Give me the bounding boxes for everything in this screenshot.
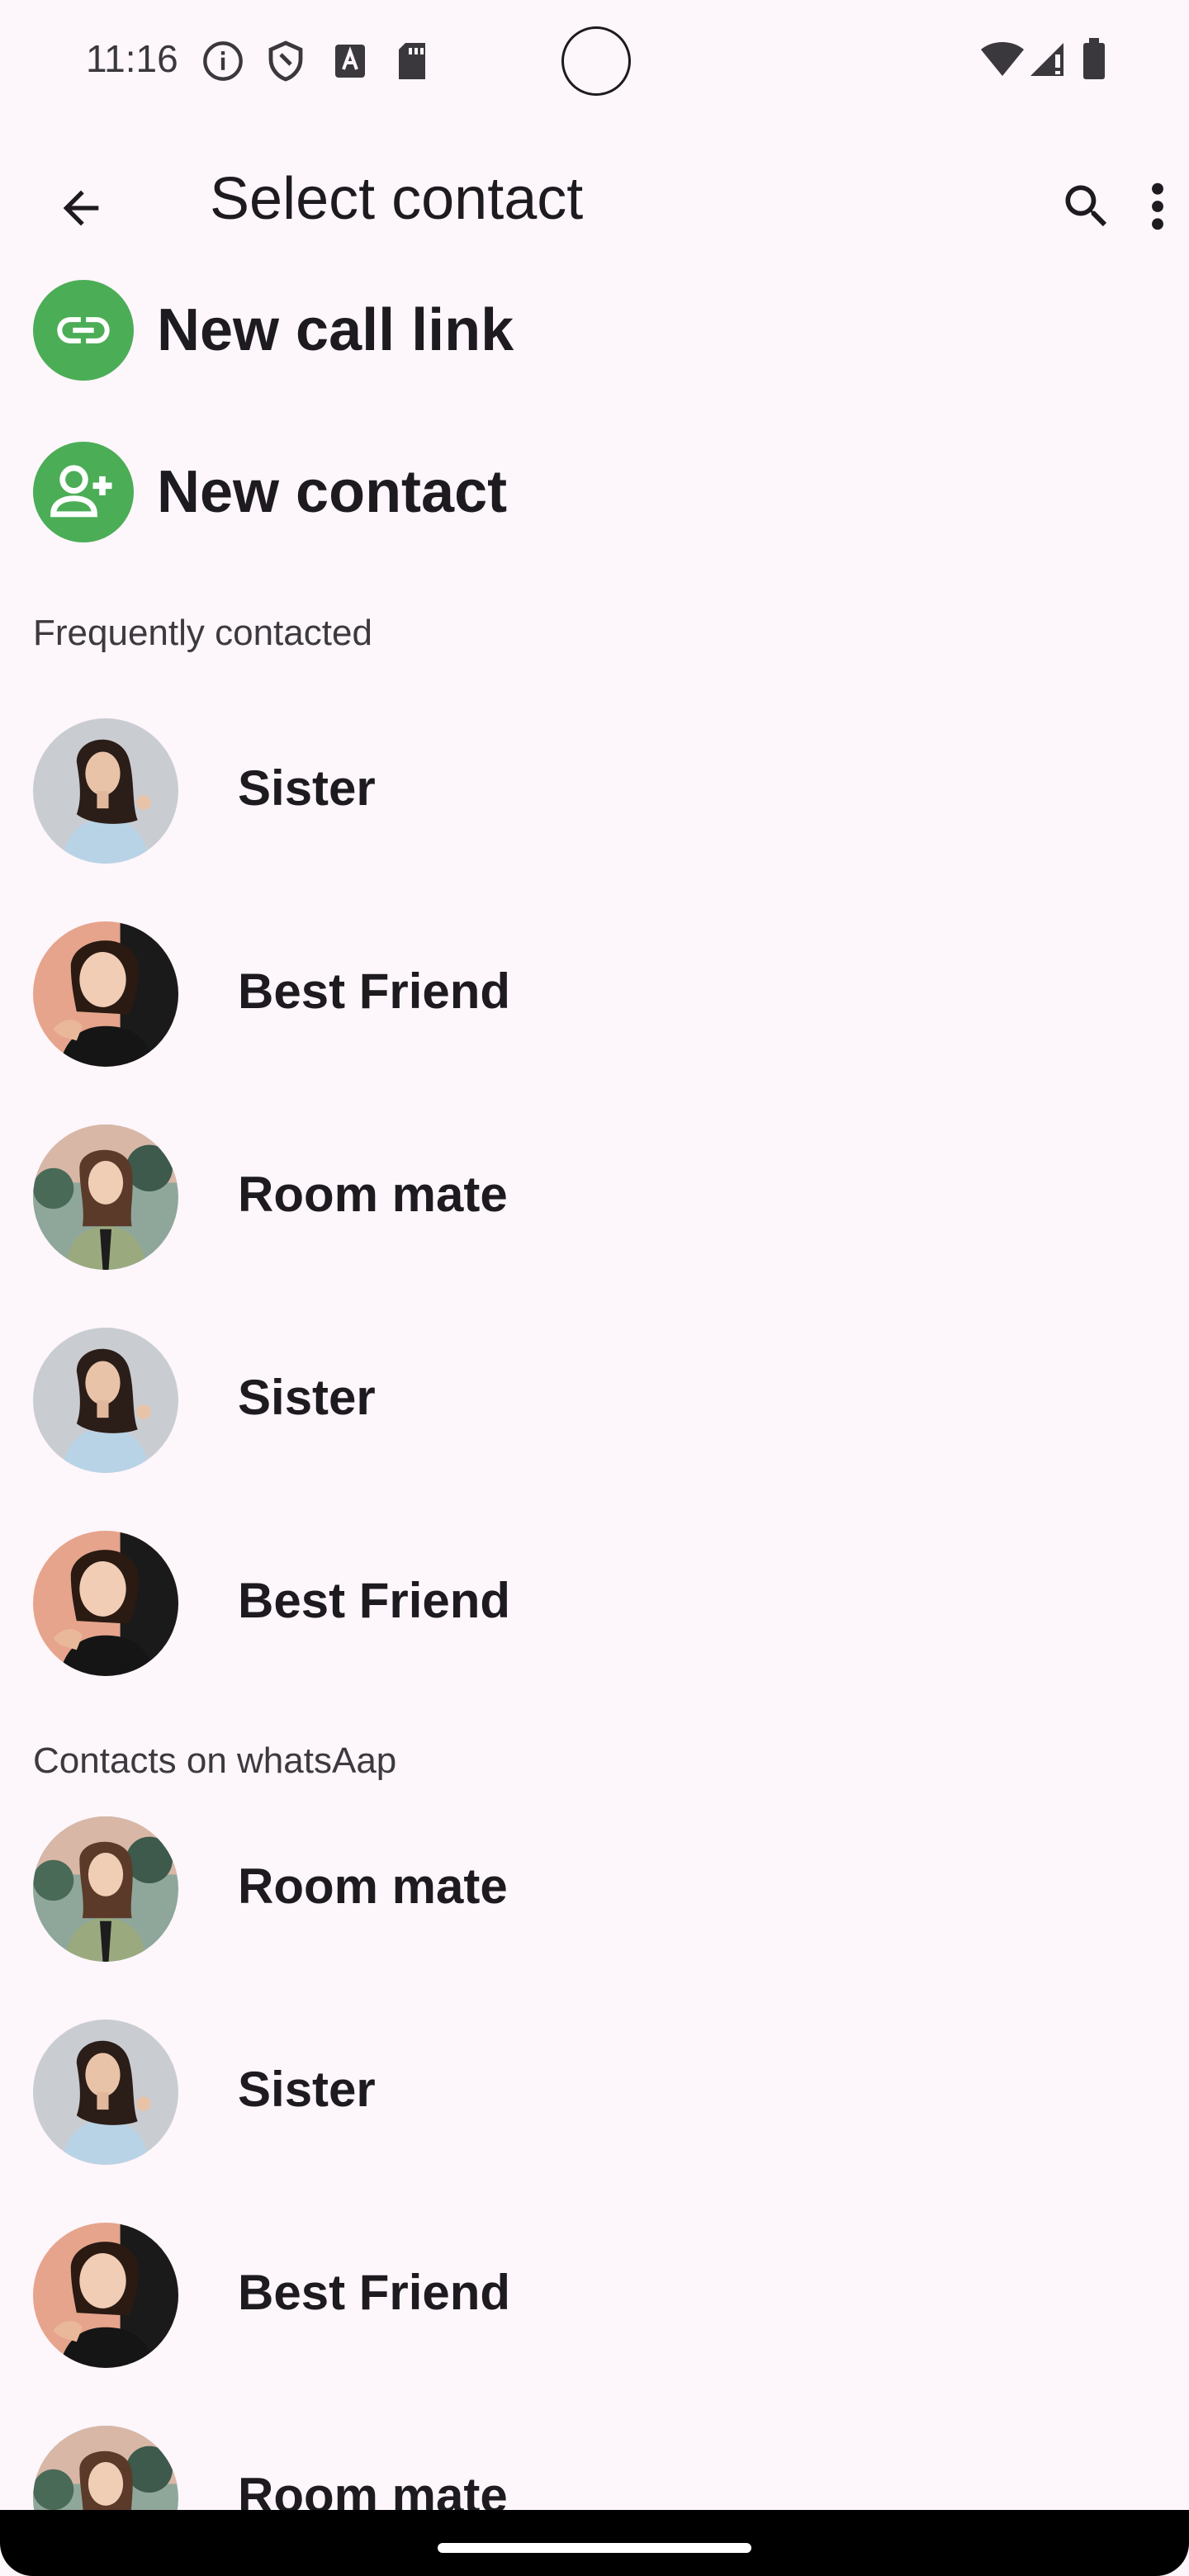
arrow-back-icon [63,190,99,226]
new-contact-row[interactable]: New contact [0,426,1189,558]
avatar [33,1816,178,1962]
avatar [33,1531,178,1676]
avatar [33,921,178,1067]
page-title: Select contact [210,166,584,232]
contact-row[interactable]: Room mate [0,1083,1189,1281]
contact-name: Sister [238,2062,376,2117]
more-options-button[interactable] [1133,167,1182,246]
info-icon [201,40,244,87]
sd-card-icon [395,40,429,87]
shield-icon [266,40,306,87]
camera-cutout [561,26,631,96]
font-icon [332,40,368,87]
contact-name: Best Friend [238,964,511,1019]
contact-row[interactable]: Best Friend [0,880,1189,1078]
contact-name: Room mate [238,1859,508,1914]
contact-row[interactable]: Sister [0,677,1189,875]
contact-row[interactable]: Room mate [0,1775,1189,1973]
contact-row[interactable]: Best Friend [0,2181,1189,2379]
screen: 11:16 Select contact New call link New c… [0,0,1189,2576]
avatar [33,2223,178,2368]
section-header-frequent: Frequently contacted [33,613,372,653]
search-button[interactable] [1047,167,1126,246]
battery-icon [1082,38,1106,85]
wifi-icon [979,41,1026,82]
new-contact-label: New contact [157,459,508,525]
contact-name: Best Friend [238,2265,511,2320]
avatar [33,2020,178,2165]
contact-row[interactable]: Best Friend [0,1489,1189,1688]
status-time: 11:16 [86,37,178,80]
status-bar: 11:16 [0,0,1189,116]
new-call-link-row[interactable]: New call link [0,264,1189,396]
contact-row[interactable]: Sister [0,1286,1189,1485]
contact-name: Sister [238,760,376,816]
avatar [33,1328,178,1473]
link-icon [33,280,134,381]
back-button[interactable] [41,168,121,248]
toolbar: Select contact [0,140,1189,256]
person-add-icon [33,442,134,542]
contact-row[interactable]: Sister [0,1978,1189,2176]
contact-name: Sister [238,1370,376,1425]
new-call-link-label: New call link [157,297,514,363]
contact-name: Room mate [238,1167,508,1222]
signal-icon [1027,41,1067,82]
avatar [33,1125,178,1270]
contact-name: Best Friend [238,1573,511,1628]
avatar [33,718,178,864]
navigation-bar [0,2510,1189,2576]
search-icon [1065,185,1107,227]
more-vert-icon [1152,182,1163,230]
home-gesture-handle[interactable] [438,2543,751,2553]
